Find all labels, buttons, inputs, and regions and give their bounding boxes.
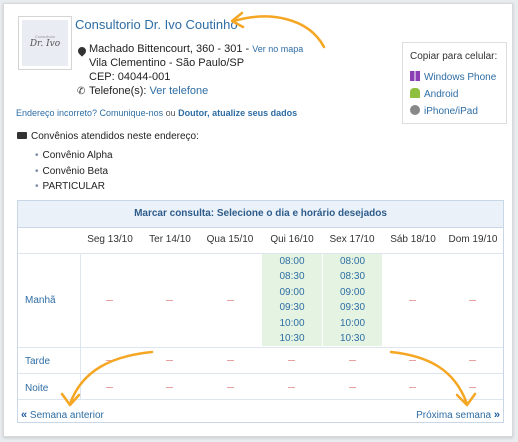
address-cep: CEP: 04044-001 [89, 71, 171, 83]
insurance-title: Convênios atendidos neste endereço: [17, 131, 199, 142]
period-morning: Manhã [25, 295, 56, 306]
empty-slot [349, 360, 356, 361]
windows-icon [410, 71, 420, 81]
time-slot[interactable]: 08:30 [323, 271, 382, 282]
update-data-link[interactable]: Doutor, atualize seus dados [178, 108, 297, 118]
time-slot[interactable]: 10:30 [323, 333, 382, 344]
insurance-item: Convênio Alpha [35, 150, 113, 161]
empty-slot [166, 300, 173, 301]
map-link[interactable]: Ver no mapa [252, 44, 303, 54]
empty-slot [288, 387, 295, 388]
copy-to-mobile-box: Copiar para celular: Windows Phone Andro… [402, 42, 507, 124]
empty-slot [288, 360, 295, 361]
annotation-arrow-right [389, 350, 477, 407]
day-header: Ter 14/10 [149, 234, 191, 245]
apple-icon [410, 105, 420, 115]
windows-phone-link[interactable]: Windows Phone [410, 71, 496, 83]
doctor-name-link[interactable]: Consultorio Dr. Ivo Coutinho [75, 17, 238, 32]
android-link[interactable]: Android [410, 88, 458, 100]
insurance-item: Convênio Beta [35, 166, 109, 177]
insurance-item: PARTICULAR [35, 181, 105, 192]
time-slot[interactable]: 09:30 [262, 302, 322, 313]
address-district: Vila Clementino - São Paulo/SP [89, 57, 245, 69]
clinic-logo: Consultorio Dr. Ivo [18, 16, 72, 70]
empty-slot [227, 360, 234, 361]
android-icon [410, 88, 420, 98]
clinic-card: Consultorio Dr. Ivo Consultorio Dr. Ivo … [3, 3, 513, 437]
time-slot[interactable]: 09:00 [262, 287, 322, 298]
phone-link[interactable]: Ver telefone [150, 85, 209, 97]
address-street: Machado Bittencourt, 360 - 301 - Ver no … [89, 43, 304, 55]
report-incorrect-link[interactable]: Endereço incorreto? Comunique-nos [16, 108, 163, 118]
day-header: Seg 13/10 [87, 234, 133, 245]
divider [18, 253, 503, 254]
time-slot[interactable]: 08:30 [262, 271, 322, 282]
annotation-arrow-left [60, 350, 154, 407]
time-slot[interactable]: 10:00 [262, 318, 322, 329]
incorrect-address-row: Endereço incorreto? Comunique-nos ou Dou… [16, 108, 298, 118]
empty-slot [227, 300, 234, 301]
day-header: Sáb 18/10 [390, 234, 436, 245]
iphone-link[interactable]: iPhone/iPad [410, 105, 478, 117]
time-slot[interactable]: 09:30 [323, 302, 382, 313]
day-header: Qui 16/10 [270, 234, 314, 245]
time-slot[interactable]: 10:30 [262, 333, 322, 344]
empty-slot [106, 300, 113, 301]
day-header: Qua 15/10 [206, 234, 254, 245]
double-chevron-right-icon: » [493, 409, 500, 421]
time-slot[interactable]: 10:00 [323, 318, 382, 329]
empty-slot [349, 387, 356, 388]
empty-slot [227, 387, 234, 388]
double-chevron-left-icon: « [21, 409, 28, 421]
time-slot[interactable]: 08:00 [262, 256, 322, 267]
next-week-button[interactable]: Próxima semana » [416, 409, 500, 421]
copy-to-mobile-title: Copiar para celular: [410, 51, 498, 62]
empty-slot [166, 387, 173, 388]
schedule-title: Marcar consulta: Selecione o dia e horár… [18, 201, 503, 228]
empty-slot [469, 300, 476, 301]
location-pin-icon [76, 45, 88, 57]
day-header: Dom 19/10 [448, 234, 498, 245]
phone-row: Telefone(s): Ver telefone [89, 85, 209, 97]
empty-slot [166, 360, 173, 361]
phone-icon: ✆ [77, 86, 86, 97]
time-slot[interactable]: 08:00 [323, 256, 382, 267]
time-slot[interactable]: 09:00 [323, 287, 382, 298]
logo-name: Dr. Ivo [29, 39, 61, 49]
card-icon [17, 132, 27, 139]
previous-week-button[interactable]: « Semana anterior [21, 409, 104, 421]
day-header: Sex 17/10 [329, 234, 375, 245]
empty-slot [409, 300, 416, 301]
